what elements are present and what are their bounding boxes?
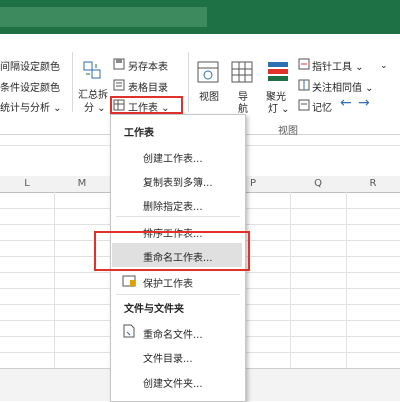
column-header-r[interactable]: R — [346, 176, 400, 193]
menu-separator — [116, 294, 240, 295]
pointer-tool-icon — [298, 58, 310, 70]
column-header-p[interactable]: P — [244, 176, 291, 193]
title-bar-highlight — [0, 7, 207, 27]
ribbon-separator — [188, 52, 189, 112]
summary-split-label-2: 分 ⌄ — [84, 103, 106, 114]
menu-item-protect-sheet[interactable]: 保护工作表 — [143, 275, 193, 290]
protect-sheet-icon — [122, 273, 136, 287]
summary-split-icon[interactable] — [82, 60, 102, 80]
group-view-label: 视图 — [278, 126, 298, 137]
menu-section-files: 文件与文件夹 — [124, 304, 184, 315]
nav-icon[interactable] — [230, 60, 254, 84]
ribbon-item-interval-color[interactable]: 间隔设定颜色 — [0, 58, 60, 73]
grid-line — [54, 192, 55, 368]
menu-separator — [116, 216, 240, 217]
menu-item-delete-sheet[interactable]: 删除指定表... — [143, 198, 203, 213]
chevron-down-icon[interactable]: ⌄ — [380, 61, 388, 71]
related-values-button[interactable]: 关注相同值 ⌄ — [312, 79, 374, 94]
menu-item-copy-sheet[interactable]: 复制表到多簿... — [143, 174, 213, 189]
column-header-l[interactable]: L — [0, 176, 55, 193]
table-toc-button[interactable]: 表格目录 — [128, 79, 168, 94]
column-header-q[interactable]: Q — [290, 176, 347, 193]
memo-icon — [298, 99, 310, 111]
forward-arrow-icon[interactable]: → — [358, 95, 370, 111]
menu-section-worksheet: 工作表 — [124, 128, 154, 139]
ribbon-item-condition-color[interactable]: 条件设定颜色 — [0, 79, 60, 94]
save-sheet-icon — [113, 58, 125, 70]
save-sheet-button[interactable]: 另存本表 — [128, 58, 168, 73]
rename-highlight-box — [94, 231, 250, 271]
menu-item-rename-file[interactable]: 重命名文件... — [143, 326, 203, 341]
back-arrow-icon[interactable]: ← — [340, 95, 352, 111]
grid-line — [290, 192, 291, 368]
memo-button[interactable]: 记忆 — [312, 99, 332, 114]
worksheet-highlight-box — [110, 96, 183, 114]
menu-item-create-sheet[interactable]: 创建工作表... — [143, 150, 203, 165]
view-icon[interactable] — [196, 60, 220, 84]
ribbon-separator — [72, 52, 73, 112]
grid-line — [346, 192, 347, 368]
view-button-label: 视图 — [199, 92, 219, 103]
rename-file-icon — [122, 324, 136, 338]
nav-label-2: 航 — [238, 104, 248, 115]
column-header-m[interactable]: M — [54, 176, 111, 193]
spotlight-label-2: 灯 ⌄ — [268, 104, 290, 115]
related-cols-icon — [298, 79, 310, 91]
ribbon-item-stats[interactable]: 统计与分析 ⌄ — [0, 99, 62, 114]
spotlight-icon[interactable] — [266, 60, 290, 84]
menu-item-file-directory[interactable]: 文件目录... — [143, 350, 193, 365]
pointer-tool-button[interactable]: 指针工具 ⌄ — [312, 58, 364, 73]
table-toc-icon — [113, 79, 125, 91]
menu-item-create-folder[interactable]: 创建文件夹... — [143, 375, 203, 390]
